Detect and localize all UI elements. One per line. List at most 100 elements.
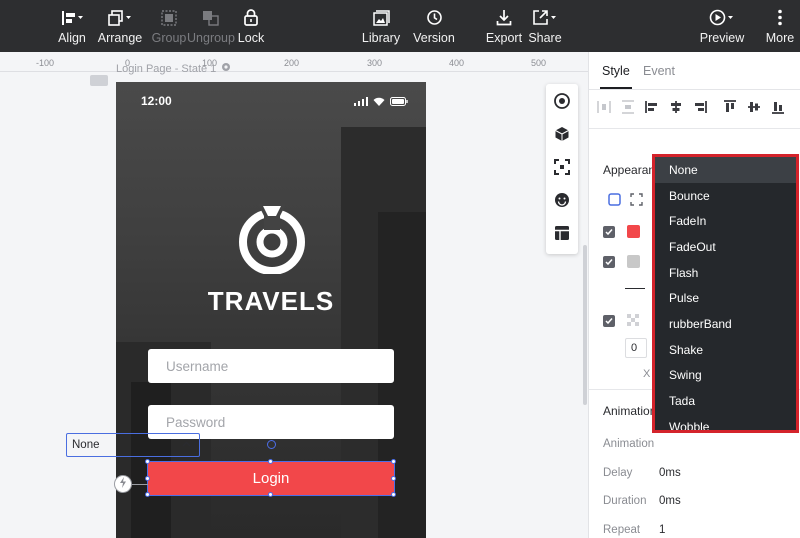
- corner-radius-icon[interactable]: [630, 193, 643, 206]
- animation-dropdown-list: None Bounce FadeIn FadeOut Flash Pulse r…: [652, 154, 799, 433]
- dropdown-option-wobble[interactable]: Wobble: [655, 414, 796, 430]
- align-left-icon[interactable]: [645, 100, 659, 114]
- group-label: Group: [151, 30, 187, 45]
- login-button[interactable]: Login: [148, 462, 394, 495]
- fill-checkbox[interactable]: [603, 226, 615, 238]
- active-tab-indicator: [600, 87, 632, 89]
- dropdown-option-fadein[interactable]: FadeIn: [655, 208, 796, 234]
- align-right-icon[interactable]: [693, 100, 707, 114]
- brand-title: TRAVELS: [207, 286, 335, 316]
- page-state-text: Login Page - State 1: [116, 62, 217, 75]
- transparency-swatch-icon[interactable]: [627, 314, 640, 327]
- library-icon: [372, 8, 390, 28]
- chevron-up-icon: [182, 441, 191, 447]
- fill-color-swatch[interactable]: [627, 225, 640, 238]
- more-vertical-icon: [777, 8, 783, 28]
- battery-icon: [390, 95, 408, 109]
- lock-label: Lock: [237, 30, 265, 45]
- resize-handle[interactable]: [391, 492, 396, 497]
- animation-label: Animation: [603, 438, 655, 450]
- border-color-swatch[interactable]: [627, 255, 640, 268]
- border-checkbox[interactable]: [603, 256, 615, 268]
- resize-handle[interactable]: [145, 476, 150, 481]
- dropdown-option-tada[interactable]: Tada: [655, 388, 796, 414]
- crop-frame-icon[interactable]: [553, 158, 571, 176]
- delay-value[interactable]: 0ms: [659, 467, 681, 479]
- repeat-value[interactable]: 1: [659, 524, 665, 536]
- shadow-checkbox[interactable]: [603, 315, 615, 327]
- resize-handle[interactable]: [391, 476, 396, 481]
- tab-event[interactable]: Event: [643, 64, 675, 78]
- dropdown-option-bounce[interactable]: Bounce: [655, 183, 796, 209]
- username-input[interactable]: Username: [148, 349, 394, 383]
- tab-style[interactable]: Style: [602, 64, 630, 78]
- align-icon: [61, 8, 83, 28]
- align-bottom-icon[interactable]: [771, 100, 785, 114]
- interaction-trigger-button[interactable]: [114, 475, 132, 493]
- dropdown-option-fadeout[interactable]: FadeOut: [655, 234, 796, 260]
- animation-select[interactable]: None: [66, 433, 200, 457]
- appearance-section-title: Appearan: [603, 163, 656, 177]
- duration-value[interactable]: 0ms: [659, 495, 681, 507]
- version-button[interactable]: Version: [412, 0, 456, 52]
- ruler-tick: 300: [367, 58, 383, 68]
- ruler-tick: -100: [36, 58, 55, 68]
- dropdown-option-shake[interactable]: Shake: [655, 337, 796, 363]
- canvas-scrollbar[interactable]: [583, 245, 587, 405]
- rotate-handle[interactable]: [267, 440, 276, 449]
- share-icon: [532, 8, 558, 28]
- group-icon: [161, 8, 177, 28]
- align-button[interactable]: Align: [55, 0, 89, 52]
- border-style-preview[interactable]: [625, 288, 645, 289]
- ungroup-icon: [202, 8, 220, 28]
- preview-label: Preview: [699, 30, 745, 45]
- export-label: Export: [485, 30, 523, 45]
- dropdown-option-pulse[interactable]: Pulse: [655, 286, 796, 312]
- top-toolbar: Align Arrange Group Ungroup Lock Library: [0, 0, 800, 52]
- resize-handle[interactable]: [145, 492, 150, 497]
- connector-line: [132, 484, 148, 485]
- resize-handle[interactable]: [268, 492, 273, 497]
- dropdown-option-flash[interactable]: Flash: [655, 260, 796, 286]
- lock-button[interactable]: Lock: [235, 0, 267, 52]
- align-center-horizontal-icon[interactable]: [669, 100, 683, 114]
- lightning-icon: [119, 475, 127, 493]
- duration-label: Duration: [603, 495, 647, 507]
- ruler-tick: 400: [449, 58, 465, 68]
- dropdown-option-swing[interactable]: Swing: [655, 363, 796, 389]
- group-button[interactable]: Group: [151, 0, 187, 52]
- library-button[interactable]: Library: [360, 0, 402, 52]
- distribute-vertical-icon[interactable]: [621, 100, 635, 114]
- ungroup-button[interactable]: Ungroup: [187, 0, 235, 52]
- arrange-button[interactable]: Arrange: [98, 0, 142, 52]
- rectangle-shape-icon[interactable]: [608, 193, 621, 206]
- cube-icon[interactable]: [553, 125, 571, 143]
- ungroup-label: Ungroup: [187, 30, 235, 45]
- more-label: More: [765, 30, 795, 45]
- library-label: Library: [361, 30, 401, 45]
- status-bar: 12:00: [116, 82, 426, 118]
- align-top-icon[interactable]: [723, 100, 737, 114]
- resize-handle[interactable]: [145, 459, 150, 464]
- arrange-icon: [108, 8, 132, 28]
- export-button[interactable]: Export: [484, 0, 524, 52]
- dropdown-option-rubberband[interactable]: rubberBand: [655, 311, 796, 337]
- distribute-horizontal-icon[interactable]: [597, 100, 611, 114]
- more-button[interactable]: More: [762, 0, 798, 52]
- resize-handle[interactable]: [391, 459, 396, 464]
- target-icon[interactable]: [553, 92, 571, 110]
- layout-template-icon[interactable]: [553, 224, 571, 242]
- share-button[interactable]: Share: [527, 0, 563, 52]
- emoji-icon[interactable]: [553, 191, 571, 209]
- resize-handle[interactable]: [268, 459, 273, 464]
- repeat-label: Repeat: [603, 524, 641, 536]
- dropdown-option-none[interactable]: None: [655, 157, 796, 183]
- shadow-value-input[interactable]: 0: [625, 338, 647, 358]
- preview-button[interactable]: Preview: [698, 0, 746, 52]
- align-middle-vertical-icon[interactable]: [747, 100, 761, 114]
- download-icon: [496, 8, 512, 28]
- phone-artboard[interactable]: 12:00 TRAVELS Username Password Login: [116, 82, 426, 538]
- divider: [589, 128, 800, 129]
- page-state-label[interactable]: Login Page - State 1: [116, 62, 231, 75]
- settings-icon[interactable]: [221, 62, 231, 75]
